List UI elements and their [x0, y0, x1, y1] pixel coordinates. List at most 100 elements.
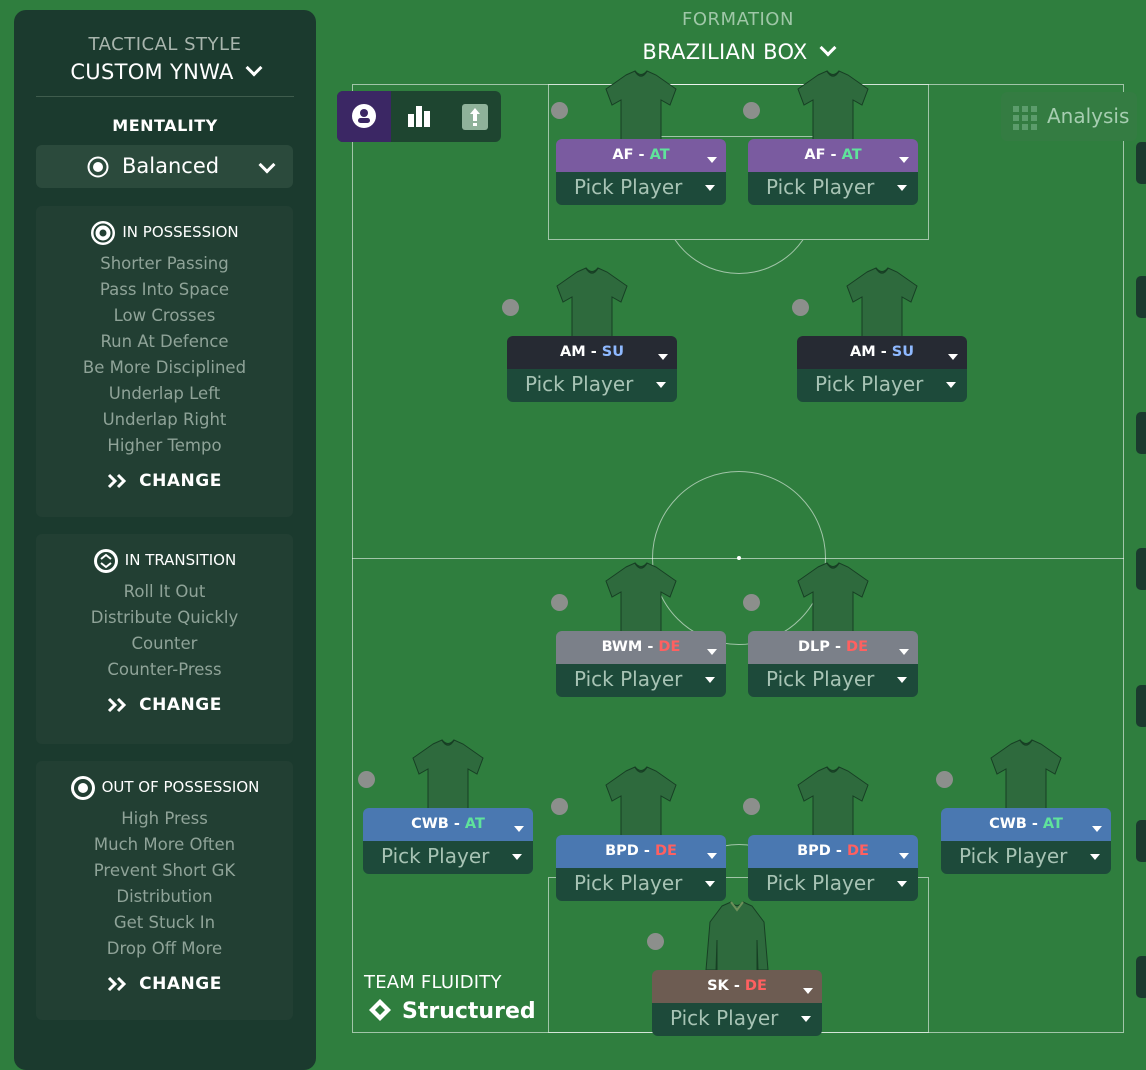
divider — [36, 96, 294, 97]
pick-player-dropdown[interactable]: Pick Player — [748, 868, 918, 901]
pick-player-dropdown[interactable]: Pick Player — [748, 664, 918, 697]
pick-player-label: Pick Player — [525, 372, 634, 396]
dropdown-arrow-icon — [899, 649, 909, 655]
dropdown-arrow-icon — [1092, 826, 1102, 832]
dropdown-arrow-icon — [512, 854, 522, 860]
pick-player-dropdown[interactable]: Pick Player — [652, 1003, 822, 1036]
role-name: CWB — [411, 816, 449, 832]
pick-player-label: Pick Player — [381, 844, 490, 868]
instruction-item: Distribution — [116, 887, 213, 906]
pick-player-label: Pick Player — [574, 871, 683, 895]
tab-instructions-view[interactable] — [447, 91, 501, 142]
shirt-icon — [556, 267, 628, 341]
pick-player-dropdown[interactable]: Pick Player — [797, 369, 967, 402]
instruction-item: Shorter Passing — [100, 254, 229, 273]
in-possession-section: IN POSSESSION Shorter Passing Pass Into … — [36, 206, 293, 517]
in-transition-change-button[interactable]: CHANGE — [36, 695, 293, 715]
instruction-item: Counter — [131, 634, 198, 653]
tactical-style-value: CUSTOM YNWA — [70, 60, 234, 84]
dropdown-arrow-icon — [899, 157, 909, 163]
chevron-down-icon — [245, 59, 263, 77]
double-chevron-right-icon — [108, 976, 127, 992]
duty-name: SU — [891, 344, 914, 360]
role-selector[interactable]: AM - SU — [797, 336, 967, 369]
in-transition-section: IN TRANSITION Roll It Out Distribute Qui… — [36, 534, 293, 744]
pick-player-dropdown[interactable]: Pick Player — [941, 841, 1111, 874]
side-tab[interactable] — [1136, 412, 1146, 454]
pick-player-dropdown[interactable]: Pick Player — [556, 868, 726, 901]
dropdown-arrow-icon — [803, 988, 813, 994]
duty-name: SU — [601, 344, 624, 360]
dropdown-arrow-icon — [948, 354, 958, 360]
role-name: CWB — [989, 816, 1027, 832]
role-selector[interactable]: CWB - AT — [363, 808, 533, 841]
instruction-item: Run At Defence — [100, 332, 229, 351]
dropdown-arrow-icon — [899, 853, 909, 859]
role-selector[interactable]: CWB - AT — [941, 808, 1111, 841]
mentality-dropdown[interactable]: Balanced — [36, 145, 293, 188]
pitch — [352, 84, 1124, 1033]
pick-player-label: Pick Player — [574, 667, 683, 691]
role-selector[interactable]: SK - DE — [652, 970, 822, 1003]
pick-player-label: Pick Player — [670, 1006, 779, 1030]
pick-player-label: Pick Player — [766, 871, 875, 895]
tactical-style-dropdown[interactable]: CUSTOM YNWA — [14, 59, 316, 84]
instruction-item: Low Crosses — [113, 306, 216, 325]
role-selector[interactable]: BPD - DE — [556, 835, 726, 868]
out-of-possession-title: OUT OF POSSESSION — [101, 778, 260, 796]
player-icon — [352, 104, 376, 128]
formation-label: FORMATION — [682, 9, 794, 30]
pick-player-dropdown[interactable]: Pick Player — [363, 841, 533, 874]
side-tab[interactable] — [1136, 276, 1146, 318]
role-name: DLP — [798, 639, 830, 655]
mentality-icon — [87, 156, 109, 178]
side-tab[interactable] — [1136, 956, 1146, 998]
in-possession-change-button[interactable]: CHANGE — [36, 471, 293, 491]
pick-player-dropdown[interactable]: Pick Player — [507, 369, 677, 402]
role-selector[interactable]: AF - AT — [556, 139, 726, 172]
side-tab[interactable] — [1136, 142, 1146, 184]
pick-player-dropdown[interactable]: Pick Player — [556, 172, 726, 205]
role-selector[interactable]: AF - AT — [748, 139, 918, 172]
tab-stats-view[interactable] — [392, 91, 446, 142]
instruction-item: Get Stuck In — [113, 913, 216, 932]
team-fluidity-selector[interactable]: Structured — [368, 998, 536, 1024]
instruction-item: Counter-Press — [107, 660, 222, 679]
duty-name: DE — [654, 843, 677, 859]
pick-player-dropdown[interactable]: Pick Player — [748, 172, 918, 205]
change-label: CHANGE — [139, 471, 222, 491]
analysis-button[interactable]: Analysis — [1001, 92, 1137, 141]
player-status-dot — [551, 594, 568, 611]
dropdown-arrow-icon — [801, 1016, 811, 1022]
dropdown-arrow-icon — [514, 826, 524, 832]
role-selector[interactable]: BPD - DE — [748, 835, 918, 868]
instruction-item: Drop Off More — [106, 939, 223, 958]
in-transition-title: IN TRANSITION — [124, 551, 237, 569]
duty-name: AT — [649, 147, 670, 163]
role-selector[interactable]: BWM - DE — [556, 631, 726, 664]
formation-dropdown[interactable]: BRAZILIAN BOX — [352, 39, 1124, 64]
role-selector[interactable]: AM - SU — [507, 336, 677, 369]
role-selector[interactable]: DLP - DE — [748, 631, 918, 664]
role-name: SK — [707, 978, 729, 994]
duty-name: AT — [464, 816, 485, 832]
tab-player-view[interactable] — [337, 91, 391, 142]
bar-chart-icon — [408, 106, 430, 127]
team-fluidity-label: TEAM FLUIDITY — [364, 972, 502, 993]
role-name: AM — [560, 344, 586, 360]
side-tab[interactable] — [1136, 548, 1146, 590]
change-label: CHANGE — [139, 974, 222, 994]
instruction-item: Higher Tempo — [107, 436, 222, 455]
change-label: CHANGE — [139, 695, 222, 715]
player-status-dot — [502, 299, 519, 316]
pick-player-label: Pick Player — [766, 175, 875, 199]
instruction-item: Underlap Right — [102, 410, 227, 429]
side-tab[interactable] — [1136, 685, 1146, 727]
role-name: AM — [850, 344, 876, 360]
football-icon — [91, 220, 116, 245]
diamond-icon — [369, 999, 391, 1021]
pick-player-dropdown[interactable]: Pick Player — [556, 664, 726, 697]
out-of-possession-change-button[interactable]: CHANGE — [36, 974, 293, 994]
grid-icon — [1013, 106, 1037, 130]
side-tab[interactable] — [1136, 820, 1146, 862]
